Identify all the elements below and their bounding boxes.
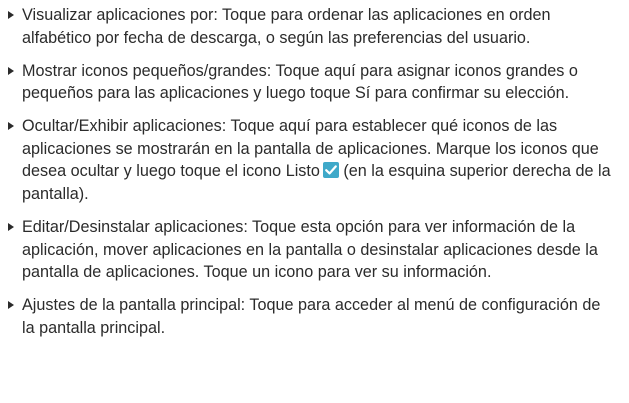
bullet-arrow-icon	[8, 301, 14, 310]
list-item-text: para confirmar su elección.	[370, 84, 570, 103]
list-item-term: Ocultar/Exhibir aplicaciones	[22, 117, 222, 136]
checkmark-icon	[322, 162, 339, 179]
inline-option-label: Listo	[285, 162, 320, 181]
bullet-arrow-icon	[8, 66, 14, 75]
document-page: Visualizar aplicaciones por: Toque para …	[0, 0, 629, 403]
bullet-arrow-icon	[8, 11, 14, 19]
list-item: Ajustes de la pantalla principal: Toque …	[0, 294, 615, 339]
list-item: Ocultar/Exhibir aplicaciones: Toque aquí…	[0, 115, 615, 205]
list-item-term: Ajustes de la pantalla principal	[22, 296, 241, 315]
bullet-arrow-icon	[8, 222, 14, 231]
list-item: Visualizar aplicaciones por: Toque para …	[0, 4, 615, 49]
inline-option-label: Sí	[354, 84, 371, 103]
list-item-term: Editar/Desinstalar aplicaciones	[22, 217, 244, 236]
list-item: Mostrar iconos pequeños/grandes: Toque a…	[0, 60, 615, 105]
list-item-term: Visualizar aplicaciones por	[22, 6, 214, 24]
bullet-arrow-icon	[8, 122, 14, 131]
list-item-term: Mostrar iconos pequeños/grandes	[22, 61, 267, 80]
list-item: Editar/Desinstalar aplicaciones: Toque e…	[0, 216, 615, 284]
